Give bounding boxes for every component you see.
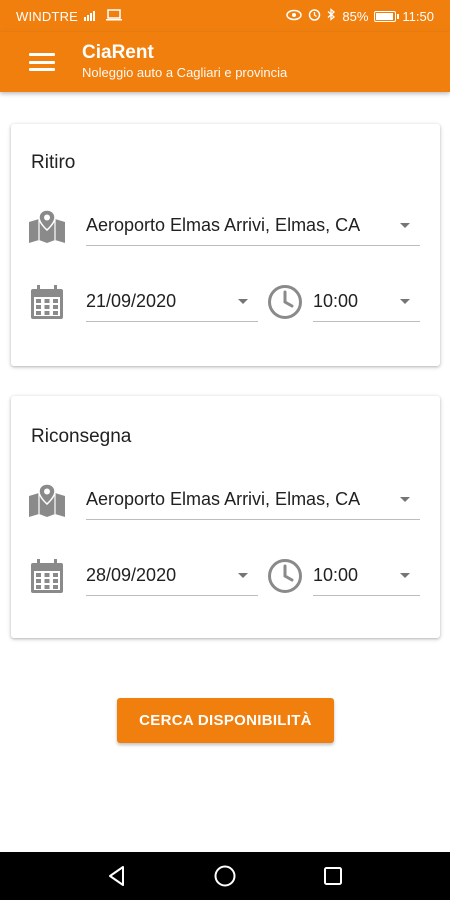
return-time-value: 10:00 (313, 565, 359, 585)
battery-percent: 85% (342, 8, 369, 24)
map-icon (27, 480, 67, 520)
app-bar: CiaRent Noleggio auto a Cagliari e provi… (0, 32, 450, 92)
clock-icon (265, 282, 305, 322)
carrier-label: WINDTRE (16, 8, 79, 24)
recents-icon[interactable] (318, 861, 348, 891)
menu-button[interactable] (14, 32, 70, 92)
return-date-value: 28/09/2020 (86, 565, 177, 585)
return-location-select[interactable]: Aeroporto Elmas Arrivi, Elmas, CA (86, 480, 420, 520)
pickup-time-value: 10:00 (313, 291, 359, 311)
chevron-down-icon (400, 299, 410, 304)
signal-icon (84, 9, 100, 24)
alarm-icon (308, 8, 321, 24)
hamburger-menu-icon (29, 53, 55, 71)
clock-time: 11:50 (402, 8, 434, 24)
home-icon[interactable] (210, 861, 240, 891)
calendar-icon (27, 282, 67, 322)
pickup-card: Ritiro Aeroporto Elmas Arrivi, Elmas, CA… (11, 124, 440, 366)
eye-icon (286, 9, 303, 24)
map-icon (27, 206, 67, 246)
system-nav-bar (0, 852, 450, 900)
back-icon[interactable] (102, 861, 132, 891)
chevron-down-icon (400, 573, 410, 578)
pickup-location-value: Aeroporto Elmas Arrivi, Elmas, CA (86, 215, 361, 235)
app-subtitle: Noleggio auto a Cagliari e provincia (82, 65, 288, 80)
return-location-value: Aeroporto Elmas Arrivi, Elmas, CA (86, 489, 361, 509)
battery-icon (374, 10, 400, 22)
chevron-down-icon (400, 497, 410, 502)
return-heading: Riconsegna (31, 426, 132, 447)
chevron-down-icon (400, 223, 410, 228)
pickup-location-select[interactable]: Aeroporto Elmas Arrivi, Elmas, CA (86, 206, 420, 246)
chevron-down-icon (238, 573, 248, 578)
status-bar: WINDTRE 85% 11:50 (0, 0, 450, 32)
search-availability-button[interactable]: CERCA DISPONIBILITÀ (117, 698, 334, 743)
pickup-heading: Ritiro (31, 152, 76, 173)
battery-fill (376, 12, 394, 20)
return-date-select[interactable]: 28/09/2020 (86, 556, 258, 596)
return-card: Riconsegna Aeroporto Elmas Arrivi, Elmas… (11, 396, 440, 638)
app-title: CiaRent (82, 42, 154, 63)
calendar-icon (27, 556, 67, 596)
return-time-select[interactable]: 10:00 (313, 556, 420, 596)
clock-icon (265, 556, 305, 596)
bluetooth-icon (327, 8, 336, 24)
pickup-date-select[interactable]: 21/09/2020 (86, 282, 258, 322)
pickup-date-value: 21/09/2020 (86, 291, 177, 311)
chevron-down-icon (238, 299, 248, 304)
laptop-icon (106, 8, 123, 24)
pickup-time-select[interactable]: 10:00 (313, 282, 420, 322)
